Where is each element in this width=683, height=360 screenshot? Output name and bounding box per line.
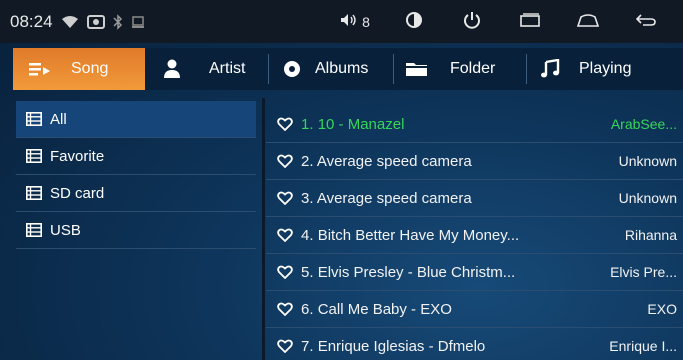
song-list-icon — [27, 60, 53, 78]
song-row[interactable]: 7. Enrique Iglesias - Dfmelo Enrique I..… — [266, 328, 683, 360]
artist-icon — [159, 59, 185, 79]
song-title: Average speed camera — [316, 189, 472, 207]
bluetooth-icon — [113, 13, 123, 30]
source-label: Favorite — [50, 147, 105, 165]
category-tab-bar: Song Artist Albums Folder Playing — [13, 48, 683, 90]
song-title: Elvis Presley - Blue Christm... — [317, 263, 516, 281]
source-item-usb[interactable]: USB — [16, 212, 256, 249]
panel-divider — [262, 98, 265, 360]
back-button[interactable] — [617, 0, 675, 43]
tab-artist[interactable]: Artist — [145, 48, 268, 90]
list-icon — [26, 149, 42, 163]
song-index: 4. — [301, 226, 314, 244]
clock: 08:24 — [10, 11, 53, 31]
song-row[interactable]: 5. Elvis Presley - Blue Christm... Elvis… — [266, 254, 683, 291]
power-button[interactable] — [443, 0, 501, 43]
heart-icon[interactable] — [277, 265, 295, 279]
song-row[interactable]: 1. 10 - Manazel ArabSee... — [266, 106, 683, 143]
list-icon — [26, 223, 42, 237]
song-row[interactable]: 4. Bitch Better Have My Money... Rihanna — [266, 217, 683, 254]
list-icon — [26, 112, 42, 126]
song-index: 7. — [301, 337, 314, 355]
song-artist: Rihanna — [624, 227, 677, 243]
song-artist: Enrique I... — [609, 338, 677, 354]
wifi-icon — [61, 15, 79, 29]
song-row[interactable]: 6. Call Me Baby - EXO EXO — [266, 291, 683, 328]
tab-label: Playing — [579, 60, 632, 77]
song-artist: Unknown — [618, 190, 677, 206]
volume-button[interactable]: 8 — [325, 0, 385, 43]
song-index: 6. — [301, 300, 314, 318]
song-row[interactable]: 3. Average speed camera Unknown — [266, 180, 683, 217]
song-index: 3. — [301, 189, 314, 207]
source-item-all[interactable]: All — [16, 101, 256, 138]
source-label: All — [50, 110, 67, 128]
song-index: 5. — [301, 263, 314, 281]
power-icon — [463, 11, 481, 32]
song-index: 2. — [301, 152, 314, 170]
song-title: Average speed camera — [316, 152, 472, 170]
heart-icon[interactable] — [277, 191, 295, 205]
tab-playing[interactable]: Playing — [527, 48, 661, 90]
source-item-favorite[interactable]: Favorite — [16, 138, 256, 175]
tab-label: Folder — [450, 60, 496, 77]
song-list: 1. 10 - Manazel ArabSee... 2. Average sp… — [266, 106, 683, 360]
source-list: All Favorite SD card USB — [16, 101, 256, 360]
heart-icon[interactable] — [277, 117, 295, 131]
storage-icon — [131, 15, 145, 29]
tab-song[interactable]: Song — [13, 48, 145, 90]
brightness-button[interactable] — [385, 0, 443, 43]
heart-icon[interactable] — [277, 302, 295, 316]
tab-folder[interactable]: Folder — [394, 48, 526, 90]
song-index: 1. — [301, 115, 314, 133]
song-title: Bitch Better Have My Money... — [317, 226, 520, 244]
album-icon — [279, 59, 305, 79]
tab-albums[interactable]: Albums — [269, 48, 393, 90]
recent-apps-icon — [519, 13, 541, 30]
song-artist: Elvis Pre... — [610, 264, 677, 280]
status-bar: 08:24 8 — [0, 0, 683, 43]
home-button[interactable] — [559, 0, 617, 43]
tab-label: Albums — [315, 60, 369, 77]
heart-icon[interactable] — [277, 339, 295, 353]
source-item-sd-card[interactable]: SD card — [16, 175, 256, 212]
image-icon — [86, 14, 105, 29]
brightness-icon — [405, 11, 423, 32]
folder-icon — [404, 60, 430, 78]
song-row[interactable]: 2. Average speed camera Unknown — [266, 143, 683, 180]
tab-label: Song — [71, 60, 109, 77]
song-title: Enrique Iglesias - Dfmelo — [317, 337, 486, 355]
back-icon — [635, 13, 657, 30]
source-label: USB — [50, 221, 81, 239]
song-artist: Unknown — [618, 153, 677, 169]
heart-icon[interactable] — [277, 154, 295, 168]
song-artist: ArabSee... — [610, 116, 677, 132]
recent-apps-button[interactable] — [501, 0, 559, 43]
song-artist: EXO — [647, 301, 677, 317]
heart-icon[interactable] — [277, 228, 295, 242]
music-player-screen: 08:24 8 Song Artist Albums Folder Playin… — [0, 0, 683, 360]
home-icon — [576, 13, 600, 30]
list-icon — [26, 186, 42, 200]
music-note-icon — [537, 59, 563, 79]
song-title: 10 - Manazel — [317, 115, 405, 133]
tab-label: Artist — [209, 60, 246, 77]
song-title: Call Me Baby - EXO — [317, 300, 452, 318]
source-label: SD card — [50, 184, 105, 202]
volume-icon — [340, 13, 358, 30]
volume-level: 8 — [362, 13, 370, 30]
